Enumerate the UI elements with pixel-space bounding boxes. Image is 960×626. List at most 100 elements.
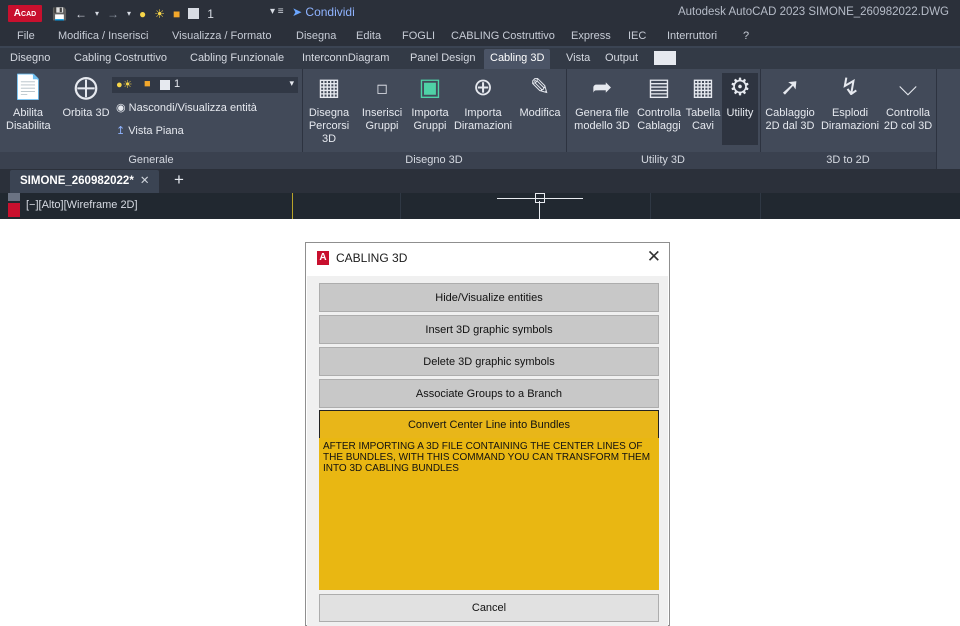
insert-3d-symbols-button[interactable]: Insert 3D graphic symbols	[319, 315, 659, 344]
inserisci-label-2: Gruppi	[365, 120, 399, 132]
drawing-canvas[interactable]: [−][Alto][Wireframe 2D]	[0, 193, 960, 219]
cablaggio-2d-dal-3d-button[interactable]: ➚ Cablaggio 2D dal 3D	[762, 73, 818, 133]
genera-file-modello-3d-button[interactable]: ➦ Genera file modello 3D	[570, 73, 634, 133]
grid-line	[760, 193, 761, 219]
layer-dropdown[interactable]: ●☀ ■ 1 ▾	[112, 77, 298, 93]
tab-cabling-costruttivo[interactable]: Cabling Costruttivo	[74, 52, 167, 64]
hide-visualize-entities-button[interactable]: Hide/Visualize entities	[319, 283, 659, 312]
delete-3d-symbols-button[interactable]: Delete 3D graphic symbols	[319, 347, 659, 376]
tab-cabling-funzionale[interactable]: Cabling Funzionale	[190, 52, 284, 64]
tab-overflow-icon[interactable]	[654, 51, 676, 65]
importa-dir-label-1: Importa	[464, 107, 502, 119]
tabella-label-1: Tabella	[685, 107, 721, 119]
undo-icon[interactable]: ←	[75, 7, 87, 21]
document-check-icon: 📄	[13, 74, 43, 101]
menu-cabling-costruttivo[interactable]: CABLING Costruttivo	[451, 30, 555, 42]
menu-bar: File Modifica / Inserisci Visualizza / F…	[0, 27, 960, 46]
import-groups-icon: ▣	[418, 74, 442, 101]
measure-icon: ▤	[647, 74, 671, 101]
cancel-button[interactable]: Cancel	[319, 594, 659, 622]
tab-output[interactable]: Output	[605, 52, 638, 64]
tab-vista[interactable]: Vista	[566, 52, 590, 64]
tabella-cavi-button[interactable]: ▦ Tabella Cavi	[684, 73, 722, 133]
save-icon[interactable]: 💾	[52, 7, 67, 21]
importa-gruppi-label-2: Gruppi	[413, 120, 447, 132]
eye-icon: ◉	[116, 102, 126, 114]
tabella-label-2: Cavi	[691, 120, 714, 132]
disegna-percorsi-3d-button[interactable]: ▦ Disegna Percorsi 3D	[304, 73, 354, 146]
menu-disegna[interactable]: Disegna	[296, 30, 336, 42]
modifica-button[interactable]: ✎ Modifica	[516, 73, 564, 120]
utility-label: Utility	[726, 107, 754, 119]
menu-fogli[interactable]: FOGLI	[402, 30, 435, 42]
logo-letter: A	[13, 8, 22, 19]
panel-title-utility-3d: Utility 3D	[566, 152, 760, 169]
dialog-title-bar: A CABLING 3D ✕	[306, 243, 669, 273]
crosshair-pickbox	[535, 193, 545, 203]
nascondi-visualizza-button[interactable]: ◉ Nascondi/Visualizza entità	[116, 101, 257, 114]
tab-panel-design[interactable]: Panel Design	[410, 52, 475, 64]
menu-iec[interactable]: IEC	[628, 30, 646, 42]
menu-modifica-inserisci[interactable]: Modifica / Inserisci	[58, 30, 148, 42]
tab-disegno[interactable]: Disegno	[10, 52, 50, 64]
menu-file[interactable]: File	[17, 30, 35, 42]
panel-title-3d-to-2d: 3D to 2D	[760, 152, 936, 169]
viewport-controls[interactable]: [−][Alto][Wireframe 2D]	[26, 199, 138, 211]
autocad-logo[interactable]: ACAD	[8, 5, 42, 22]
abilita-disabilita-button[interactable]: 📄 Abilita Disabilita	[6, 73, 51, 133]
convert-center-line-button[interactable]: Convert Center Line into Bundles	[319, 410, 659, 439]
menu-visualizza-formato[interactable]: Visualizza / Formato	[172, 30, 271, 42]
associate-groups-button[interactable]: Associate Groups to a Branch	[319, 379, 659, 408]
redo-icon[interactable]: →	[107, 7, 119, 21]
title-bar: ACAD 💾 ← ▾ → ▾ ● ☀ ■ 1 ▾ ≡ ➤ Condividi A…	[0, 0, 960, 27]
layer-color-swatch	[188, 8, 200, 19]
inserisci-label-1: Inserisci	[361, 107, 403, 119]
orbit-icon: ⨁	[74, 74, 98, 101]
lock-icon[interactable]: ■	[173, 7, 180, 21]
menu-edita[interactable]: Edita	[356, 30, 381, 42]
importa-dir-label-2: Diramazioni	[453, 120, 513, 132]
command-description: AFTER IMPORTING A 3D FILE CONTAINING THE…	[319, 438, 659, 590]
autocad-app-icon: A	[317, 251, 329, 265]
new-tab-icon[interactable]: +	[174, 170, 184, 190]
lightbulb-icon[interactable]: ●	[139, 7, 146, 21]
qat-layer-name: 1	[207, 6, 214, 21]
importa-gruppi-button[interactable]: ▣ Importa Gruppi	[408, 73, 452, 133]
abilita-label-2: Disabilita	[6, 120, 51, 132]
utility-button[interactable]: ⚙ Utility	[722, 73, 758, 145]
vista-piana-button[interactable]: ↥ Vista Piana	[116, 124, 184, 137]
panel-generale: 📄 Abilita Disabilita ⨁ Orbita 3D ●☀ ■ 1 …	[0, 69, 303, 169]
path-3d-icon: ▦	[317, 74, 341, 101]
document-tab[interactable]: SIMONE_260982022* ✕	[10, 170, 160, 193]
menu-express[interactable]: Express	[571, 30, 611, 42]
document-tab-label: SIMONE_260982022*	[20, 175, 134, 187]
generate-model-icon: ➦	[591, 74, 613, 101]
importa-diramazioni-button[interactable]: ⊕ Importa Diramazioni	[452, 73, 514, 133]
controlla-cablaggi-button[interactable]: ▤ Controlla Cablaggi	[634, 73, 684, 133]
controlla-2d-col-3d-button[interactable]: ⌵ Controlla 2D col 3D	[882, 73, 934, 133]
redo-dropdown-icon[interactable]: ▾	[127, 9, 131, 18]
undo-dropdown-icon[interactable]: ▾	[95, 9, 99, 18]
orbita-3d-button[interactable]: ⨁ Orbita 3D	[60, 73, 112, 120]
close-icon[interactable]: ✕	[647, 247, 661, 267]
qat-customize-icon[interactable]: ▾ ≡	[270, 6, 284, 17]
layer-color-icon	[160, 80, 170, 90]
panel-title-generale: Generale	[0, 152, 302, 169]
controlla-label-2: Cablaggi	[637, 120, 681, 132]
share-button[interactable]: ➤ Condividi	[292, 5, 355, 19]
genera-label-1: Genera file	[575, 107, 629, 119]
esplodi-diramazioni-button[interactable]: ↯ Esplodi Diramazioni	[818, 73, 882, 133]
cablaggio-label-1: Cablaggio	[765, 107, 815, 119]
menu-help[interactable]: ?	[743, 30, 749, 42]
crosshair-vertical	[539, 201, 540, 219]
menu-interruttori[interactable]: Interruttori	[667, 30, 717, 42]
abilita-label-1: Abilita	[13, 107, 43, 119]
controlla2d-label-2: 2D col 3D	[883, 120, 933, 132]
tab-cabling-3d[interactable]: Cabling 3D	[484, 49, 551, 69]
sun-icon[interactable]: ☀	[154, 7, 165, 21]
close-tab-icon[interactable]: ✕	[140, 175, 150, 187]
nascondi-label: Nascondi/Visualizza entità	[128, 102, 257, 114]
tab-interconndiagram[interactable]: InterconnDiagram	[302, 52, 389, 64]
inserisci-gruppi-button[interactable]: ◻ Inserisci Gruppi	[358, 73, 406, 133]
ucs-icon	[8, 203, 20, 217]
